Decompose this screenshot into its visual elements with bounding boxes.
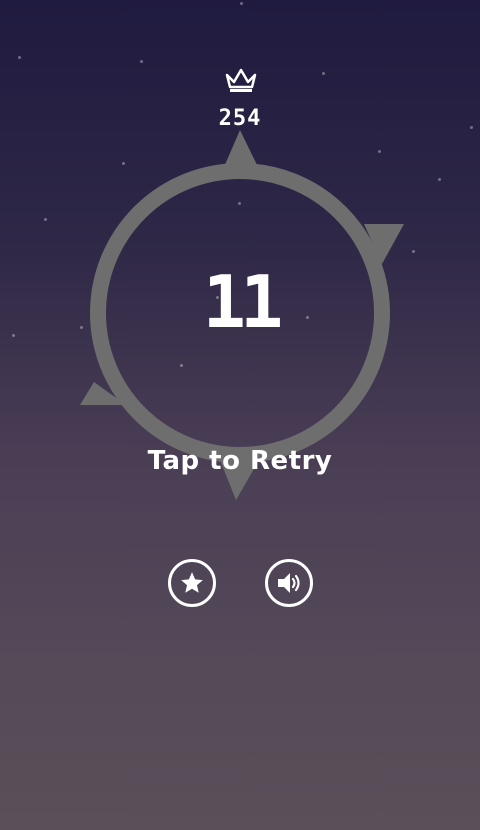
tap-to-retry-button[interactable]: Tap to Retry <box>0 446 480 476</box>
sound-toggle-button[interactable] <box>265 559 313 607</box>
current-score: 11 <box>202 260 284 344</box>
spike-top <box>224 130 258 167</box>
speaker-icon <box>278 573 300 593</box>
crown-icon <box>225 68 257 92</box>
star-icon <box>181 572 203 593</box>
rate-button[interactable] <box>168 559 216 607</box>
